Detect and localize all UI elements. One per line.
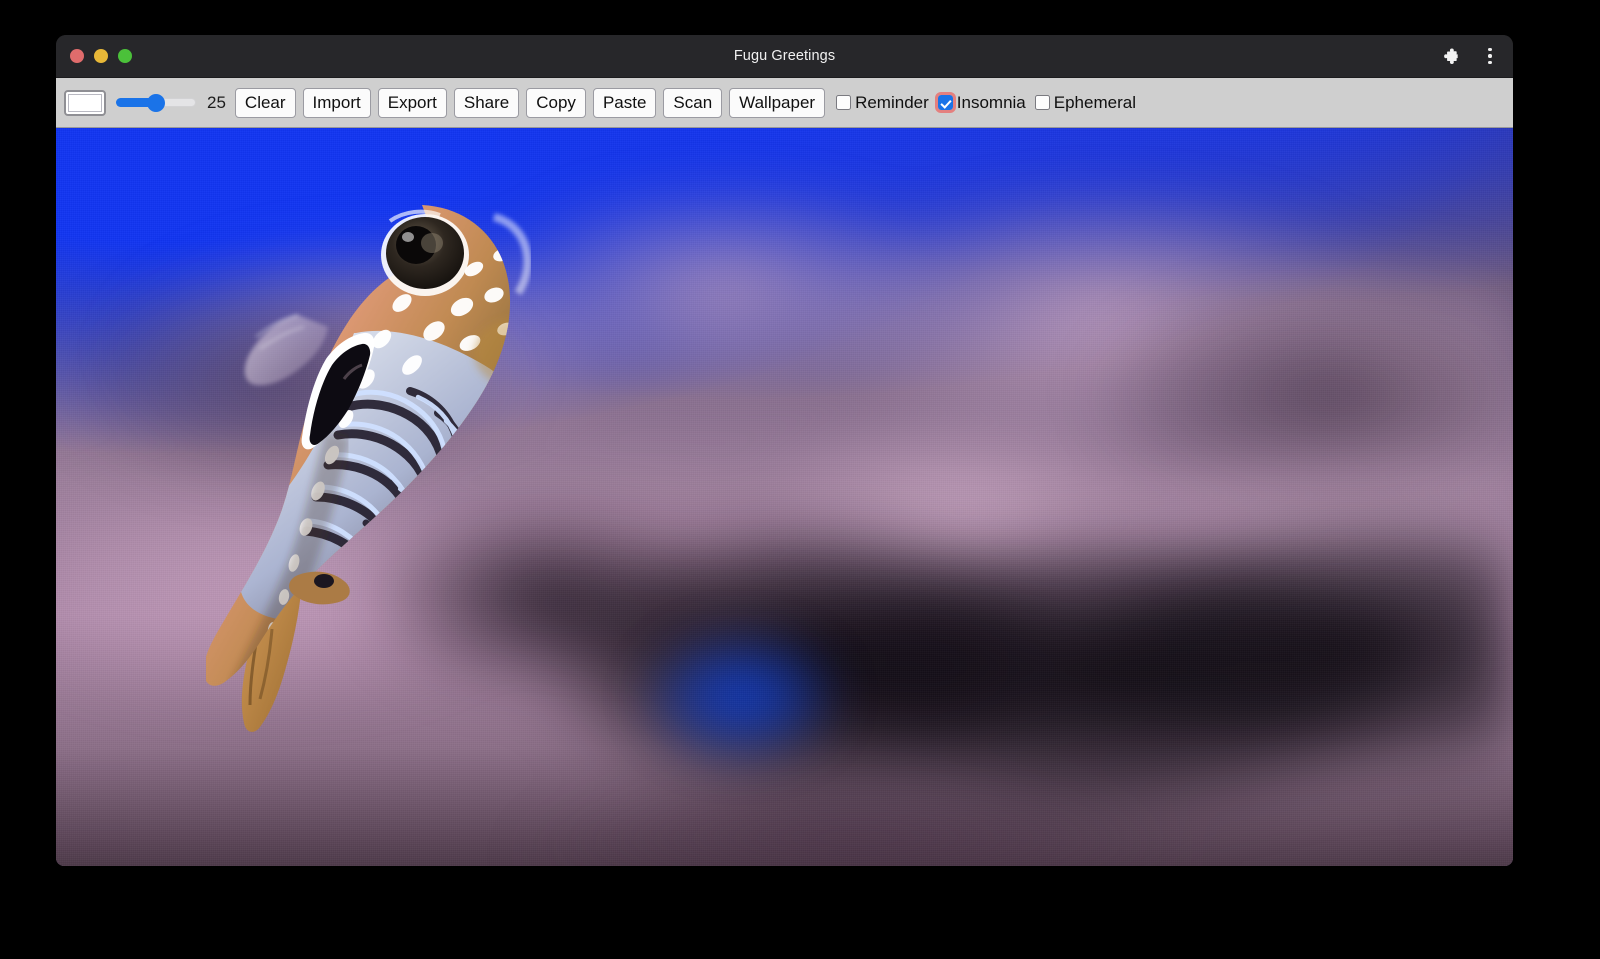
- browser-window: Fugu Greetings: [56, 35, 1513, 866]
- insomnia-checkbox[interactable]: Insomnia: [938, 93, 1026, 113]
- reminder-checkbox-label: Reminder: [851, 93, 929, 113]
- titlebar-actions: [1439, 35, 1501, 77]
- import-button[interactable]: Import: [303, 88, 371, 118]
- window-titlebar: Fugu Greetings: [56, 35, 1513, 78]
- reminder-checkbox[interactable]: Reminder: [836, 93, 929, 113]
- minimize-window-button[interactable]: [94, 49, 108, 63]
- maximize-window-button[interactable]: [118, 49, 132, 63]
- scan-button[interactable]: Scan: [663, 88, 722, 118]
- color-picker-swatch: [68, 94, 102, 112]
- color-picker[interactable]: [64, 90, 106, 116]
- ephemeral-checkbox-label: Ephemeral: [1050, 93, 1136, 113]
- slider-value-label: 25: [203, 93, 228, 113]
- ephemeral-checkbox[interactable]: Ephemeral: [1035, 93, 1136, 113]
- clear-button[interactable]: Clear: [235, 88, 296, 118]
- export-button[interactable]: Export: [378, 88, 447, 118]
- screen-root: Fugu Greetings: [0, 0, 1600, 959]
- traffic-light-group: [56, 49, 132, 63]
- drawing-canvas[interactable]: [56, 128, 1513, 866]
- fish-body: [206, 205, 570, 703]
- paste-button[interactable]: Paste: [593, 88, 656, 118]
- close-window-button[interactable]: [70, 49, 84, 63]
- window-title: Fugu Greetings: [56, 48, 1513, 64]
- share-button[interactable]: Share: [454, 88, 519, 118]
- slider-thumb[interactable]: [147, 94, 165, 112]
- copy-button[interactable]: Copy: [526, 88, 586, 118]
- reminder-checkbox-box[interactable]: [836, 95, 851, 110]
- wallpaper-button[interactable]: Wallpaper: [729, 88, 825, 118]
- app-toolbar: 25 Clear Import Export Share Copy Paste …: [56, 78, 1513, 128]
- extensions-icon[interactable]: [1439, 45, 1461, 67]
- kebab-dots: [1488, 46, 1492, 66]
- pufferfish-photo-subject: [206, 183, 586, 783]
- browser-menu-icon[interactable]: [1479, 45, 1501, 67]
- ephemeral-checkbox-box[interactable]: [1035, 95, 1050, 110]
- insomnia-checkbox-box[interactable]: [938, 95, 953, 110]
- pectoral-fin: [245, 315, 328, 385]
- insomnia-checkbox-label: Insomnia: [953, 93, 1026, 113]
- pen-size-slider[interactable]: [116, 92, 196, 114]
